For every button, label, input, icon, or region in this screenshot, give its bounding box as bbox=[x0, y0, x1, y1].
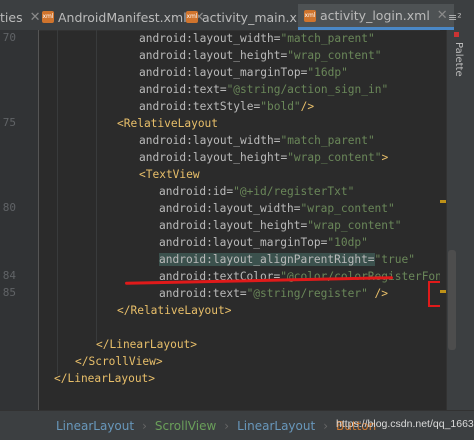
indent-guide bbox=[57, 30, 58, 375]
watermark-text: https://blog.csdn.net/qq_16635277 bbox=[336, 418, 474, 430]
chevron-right-icon: › bbox=[323, 418, 328, 433]
xml-file-icon: xml bbox=[42, 11, 54, 23]
tab-label: activity_main.xml bbox=[202, 9, 313, 25]
tab-overflow-button[interactable]: ≡² bbox=[448, 4, 462, 30]
tab-overflow-icon: ≡² bbox=[448, 10, 462, 24]
line-number: 85 bbox=[2, 286, 16, 299]
line-number: 84 bbox=[2, 269, 16, 282]
close-icon[interactable]: ✕ bbox=[30, 10, 41, 25]
code-line: </ScrollView> bbox=[75, 355, 163, 368]
code-line: android:layout_height="wrap_content" bbox=[139, 49, 382, 62]
code-line: android:layout_marginTop="10dp" bbox=[159, 236, 368, 249]
code-line: <RelativeLayout bbox=[117, 117, 219, 130]
xml-file-icon: xml bbox=[186, 11, 198, 23]
scrollbar-thumb[interactable] bbox=[448, 250, 456, 350]
tab-label: activity_login.xml bbox=[320, 8, 430, 23]
chevron-right-icon: › bbox=[224, 418, 230, 433]
tab-properties[interactable]: ties ✕ bbox=[0, 4, 40, 30]
line-number-gutter: 70 75 80 84 85 bbox=[0, 30, 39, 410]
code-line: android:textStyle="bold"/> bbox=[139, 100, 315, 113]
breadcrumb-item[interactable]: ScrollView bbox=[155, 419, 216, 433]
tab-activity-login[interactable]: xml activity_login.xml ✕ bbox=[298, 4, 454, 30]
code-line: <TextView bbox=[139, 168, 200, 181]
tab-androidmanifest[interactable]: xml AndroidManifest.xml ✕ bbox=[42, 4, 205, 30]
tab-label: AndroidManifest.xml bbox=[58, 9, 187, 25]
code-line: </LinearLayout> bbox=[96, 338, 198, 351]
chevron-right-icon: › bbox=[142, 418, 147, 433]
code-line: android:layout_height="wrap_content" bbox=[159, 219, 402, 232]
code-line: android:layout_alignParentRight="true" bbox=[159, 253, 415, 266]
palette-tool-button[interactable]: Palette bbox=[453, 42, 464, 77]
code-line: android:layout_width="match_parent" bbox=[139, 134, 375, 147]
code-line: android:text="@string/register" /> bbox=[159, 287, 389, 300]
line-number: 75 bbox=[2, 116, 16, 129]
code-line: android:text="@string/action_sign_in" bbox=[139, 83, 389, 96]
line-number: 80 bbox=[2, 201, 16, 214]
code-line: android:layout_height="wrap_content"> bbox=[139, 151, 389, 164]
code-line: </LinearLayout> bbox=[54, 372, 156, 385]
line-number: 70 bbox=[2, 31, 16, 44]
editor-tab-bar: ties ✕ xml AndroidManifest.xml ✕ xml act… bbox=[0, 0, 474, 31]
code-line: android:layout_width="wrap_content" bbox=[159, 202, 395, 215]
close-icon[interactable]: ✕ bbox=[437, 8, 448, 23]
tab-label: ties bbox=[0, 9, 23, 25]
error-indicator-icon bbox=[454, 32, 459, 37]
xml-file-icon: xml bbox=[304, 9, 316, 22]
breadcrumb-item[interactable]: LinearLayout bbox=[237, 419, 315, 433]
indent-guide bbox=[96, 30, 97, 342]
code-line: android:layout_width="match_parent" bbox=[139, 32, 375, 45]
code-editor[interactable]: android:layout_width="match_parent" andr… bbox=[39, 30, 440, 410]
code-line: </RelativeLayout> bbox=[117, 304, 232, 317]
right-tool-strip: Palette bbox=[446, 30, 474, 410]
code-line: android:layout_marginTop="16dp" bbox=[139, 66, 348, 79]
breadcrumb-item[interactable]: LinearLayout bbox=[56, 419, 134, 433]
code-line: android:id="@+id/registerTxt" bbox=[159, 185, 355, 198]
